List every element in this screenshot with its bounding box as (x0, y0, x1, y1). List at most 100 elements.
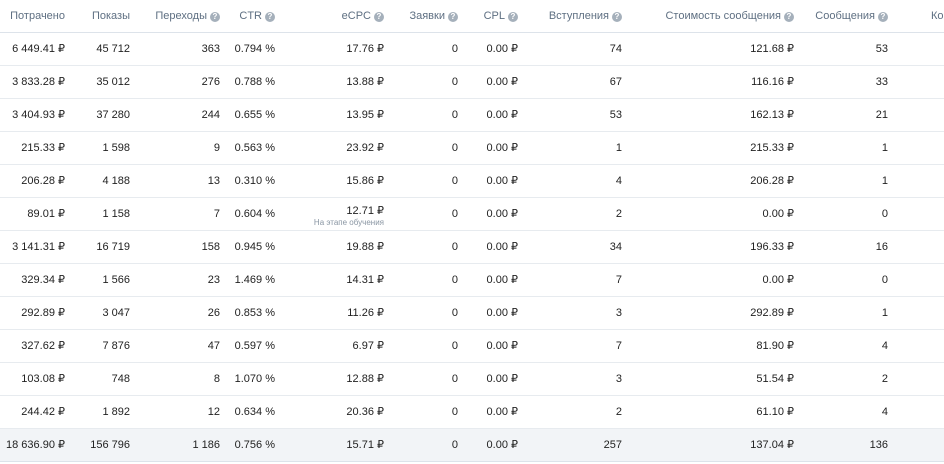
cell-text: 748 (111, 373, 130, 385)
help-icon[interactable]: ? (612, 12, 622, 22)
column-header-label: Ко (931, 10, 944, 22)
cell-leads: 0 (390, 164, 468, 198)
cell-value: 137.04 ₽ (750, 439, 794, 451)
cell-value: 121.68 ₽ (750, 43, 794, 55)
cell-value: 0 (452, 208, 458, 220)
column-header-extra[interactable]: Ко (898, 0, 944, 33)
cell-ctr: 0.655 % (226, 98, 287, 132)
cell-text: 4 (881, 406, 888, 418)
cell-value: 19.88 ₽ (346, 241, 384, 253)
cell-text: 7 (615, 274, 622, 286)
cell-value: 0 (452, 340, 458, 352)
cell-text: 0.00 ₽ (486, 307, 518, 319)
column-header-message-cost[interactable]: Стоимость сообщения? (634, 0, 800, 33)
column-header-label: Показы (91, 10, 130, 22)
help-icon[interactable]: ? (210, 12, 220, 22)
cell-text: 1 (881, 142, 888, 154)
cell-value: 0.00 ₽ (487, 373, 518, 385)
cell-cpl: 0.00 ₽ (468, 197, 528, 231)
cell-value: 0.00 ₽ (763, 208, 794, 220)
cell-message-cost: 196.33 ₽ (634, 230, 800, 264)
cell-value: 3 047 (102, 307, 130, 319)
cell-joins: 257 (528, 428, 634, 462)
cell-joins: 3 (528, 296, 634, 330)
cell-spent: 206.28 ₽ (0, 164, 69, 198)
cell-ecpc: 6.97 ₽ (287, 329, 390, 363)
cell-value: 6 449.41 ₽ (12, 43, 65, 55)
cell-leads: 0 (390, 98, 468, 132)
cell-cpl: 0.00 ₽ (468, 164, 528, 198)
cell-value: 0 (882, 208, 888, 220)
column-header-leads[interactable]: Заявки? (390, 0, 468, 33)
cell-joins: 4 (528, 164, 634, 198)
cell-message-cost: 162.13 ₽ (634, 98, 800, 132)
cell-text: 215.33 ₽ (21, 142, 65, 154)
cell-text: 206.28 ₽ (21, 175, 65, 187)
cell-value: 0 (452, 274, 458, 286)
cell-spent: 215.33 ₽ (0, 131, 69, 165)
column-header-impressions[interactable]: Показы (69, 0, 134, 33)
cell-value: 156 796 (90, 439, 130, 451)
cell-text: 244.42 ₽ (21, 406, 65, 418)
cell-impressions: 1 892 (69, 395, 134, 429)
column-header-label: CTR (239, 10, 262, 22)
cell-ecpc: 14.31 ₽ (287, 263, 390, 297)
cell-clicks: 26 (134, 296, 226, 330)
learning-status-note: На этапе обучения (313, 217, 384, 227)
table-row: 6 449.41 ₽ 45 712 363 0.794 % 17.76 ₽ 0 0.00 ₽… (0, 32, 944, 66)
cell-messages: 16 (800, 230, 898, 264)
help-icon[interactable]: ? (878, 12, 888, 22)
table-row: 327.62 ₽ 7 876 47 0.597 % 6.97 ₽ 0 0.00 ₽ 7 81.9… (0, 329, 944, 363)
cell-text: 158 (201, 241, 220, 253)
cell-value: 1 (882, 142, 888, 154)
cell-cpl: 0.00 ₽ (468, 32, 528, 66)
help-icon[interactable]: ? (265, 12, 275, 22)
cell-value: 81.90 ₽ (756, 340, 794, 352)
column-header-joins[interactable]: Вступления? (528, 0, 634, 33)
cell-value: 53 (876, 43, 888, 55)
cell-value: 0.563 % (235, 142, 275, 154)
cell-value: 16 719 (96, 241, 130, 253)
cell-joins: 2 (528, 197, 634, 231)
column-header-messages[interactable]: Сообщения? (800, 0, 898, 33)
cell-extra (898, 65, 944, 99)
cell-ctr: 0.945 % (226, 230, 287, 264)
cell-value: 51.54 ₽ (756, 373, 794, 385)
cell-messages: 1 (800, 131, 898, 165)
column-header-ecpc[interactable]: eCPC? (287, 0, 390, 33)
cell-value: 6.97 ₽ (353, 340, 384, 352)
cell-clicks: 276 (134, 65, 226, 99)
cell-value: 215.33 ₽ (750, 142, 794, 154)
cell-text: 16 (875, 241, 888, 253)
cell-leads: 0 (390, 230, 468, 264)
cell-clicks: 158 (134, 230, 226, 264)
cell-ecpc: 19.88 ₽ (287, 230, 390, 264)
help-icon[interactable]: ? (508, 12, 518, 22)
cell-extra (898, 329, 944, 363)
cell-value: 4 (882, 406, 888, 418)
help-icon[interactable]: ? (448, 12, 458, 22)
help-icon[interactable]: ? (374, 12, 384, 22)
cell-value: 0.00 ₽ (487, 274, 518, 286)
cell-text: 2 (615, 406, 622, 418)
cell-value: 329.34 ₽ (21, 274, 65, 286)
cell-message-cost: 51.54 ₽ (634, 362, 800, 396)
cell-value: 0.00 ₽ (487, 406, 518, 418)
cell-extra (898, 362, 944, 396)
cell-text: 1 158 (102, 208, 130, 220)
cell-value: 0 (882, 274, 888, 286)
help-icon[interactable]: ? (784, 12, 794, 22)
cell-text: 0 (451, 175, 458, 187)
cell-ctr: 0.788 % (226, 65, 287, 99)
cell-text: 3 141.31 ₽ (12, 241, 65, 253)
cell-value: 12.88 ₽ (346, 373, 384, 385)
cell-spent: 3 141.31 ₽ (0, 230, 69, 264)
column-header-clicks[interactable]: Переходы? (134, 0, 226, 33)
cell-value: 196.33 ₽ (750, 241, 794, 253)
cell-text: 12.71 ₽ (346, 204, 384, 217)
column-header-spent[interactable]: Потрачено (0, 0, 69, 33)
cell-text: 89.01 ₽ (27, 208, 65, 220)
cell-value: 158 (202, 241, 220, 253)
column-header-cpl[interactable]: CPL? (468, 0, 528, 33)
column-header-ctr[interactable]: CTR? (226, 0, 287, 33)
